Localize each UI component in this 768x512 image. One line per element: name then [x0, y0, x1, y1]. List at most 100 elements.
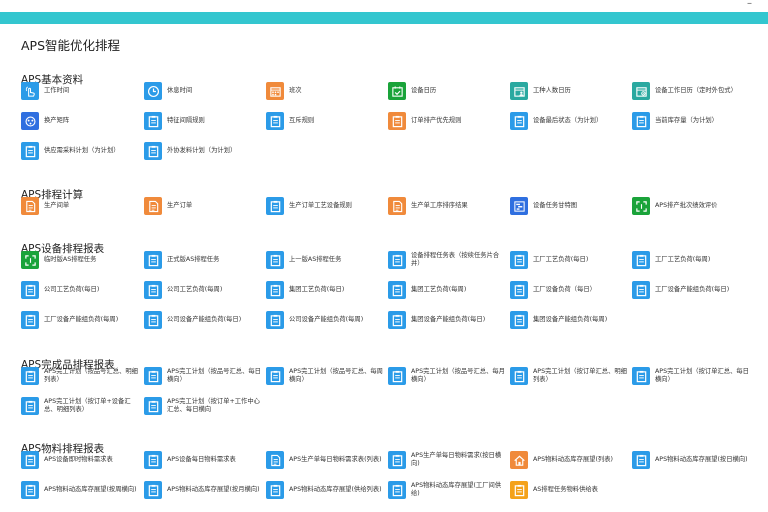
menu-item[interactable]: APS完工计划（按品号汇总、每日横向） — [144, 364, 261, 388]
menu-item[interactable]: 生产订单工艺设备规则 — [266, 194, 383, 218]
menu-item[interactable]: 集团工艺负荷(每日) — [266, 278, 383, 302]
clipboard-icon — [266, 281, 284, 299]
menu-item[interactable]: APS物料动态库存展望(按周横向) — [21, 478, 138, 502]
menu-item[interactable]: 设备日历 — [388, 79, 505, 103]
menu-item[interactable]: 生产单工序排序结果 — [388, 194, 505, 218]
menu-item[interactable]: APS物料动态库存展望(按日横向) — [632, 448, 749, 472]
menu-item[interactable]: APS物料动态库存展望(供给列表) — [266, 478, 383, 502]
menu-item-label: 设备日历 — [411, 87, 437, 94]
menu-item[interactable]: APS物料动态库存展望(列表) — [510, 448, 627, 472]
menu-item[interactable]: 公司工艺负荷(每周) — [144, 278, 261, 302]
clipboard-icon — [510, 112, 528, 130]
menu-item-label: 班次 — [289, 87, 302, 94]
menu-item[interactable]: 上一版AS排程任务 — [266, 248, 383, 272]
menu-item-label: 休息时间 — [167, 87, 193, 94]
menu-item[interactable]: 公司工艺负荷(每日) — [21, 278, 138, 302]
clipboard-icon — [144, 367, 162, 385]
menu-item[interactable]: APS完工计划（按订单汇总、每日横向） — [632, 364, 749, 388]
clock-icon — [144, 82, 162, 100]
minimize-button[interactable]: – — [747, 0, 752, 9]
menu-item-label: 公司设备产能组负荷(每周) — [289, 316, 364, 323]
menu-item[interactable]: 设备最后状态（为计划） — [510, 109, 627, 133]
menu-item[interactable]: 设备排程任务表（按续任务片合并） — [388, 248, 505, 272]
menu-item[interactable]: 班次 — [266, 79, 383, 103]
clipboard-icon — [144, 311, 162, 329]
clipboard-icon — [21, 481, 39, 499]
menu-item[interactable]: 生产间单 — [21, 194, 138, 218]
clipboard-icon — [510, 251, 528, 269]
clipboard-icon — [266, 112, 284, 130]
menu-item[interactable]: APS物料动态库存展望(按月横向) — [144, 478, 261, 502]
menu-item[interactable]: 临时版AS排程任务 — [21, 248, 138, 272]
document-icon — [144, 197, 162, 215]
menu-item[interactable]: APS完工计划（按品号汇总、每周横向） — [266, 364, 383, 388]
clipboard-icon — [266, 311, 284, 329]
menu-item[interactable]: APS生产单每日物料需求表(列表) — [266, 448, 383, 472]
menu-item-label: 互斥规则 — [289, 117, 315, 124]
menu-item-label: APS设备每日物料需求表 — [167, 456, 236, 463]
menu-item[interactable]: APS完工计划（按品号汇总、每月横向） — [388, 364, 505, 388]
menu-item-label: 生产订单工艺设备规则 — [289, 202, 352, 209]
clipboard-icon — [510, 281, 528, 299]
clipboard-icon — [266, 367, 284, 385]
menu-item[interactable]: 订单排产优先规则 — [388, 109, 505, 133]
gantt-icon — [510, 197, 528, 215]
menu-item[interactable]: APS完工计划（按品号汇总、明细列表） — [21, 364, 138, 388]
menu-item[interactable]: 集团工艺负荷(每周) — [388, 278, 505, 302]
menu-item[interactable]: 集团设备产能组负荷(每日) — [388, 308, 505, 332]
menu-item[interactable]: 公司设备产能组负荷(每日) — [144, 308, 261, 332]
menu-item[interactable]: 工厂工艺负荷(每周) — [632, 248, 749, 272]
menu-item-label: APS排产批次绩效评价 — [655, 202, 718, 209]
menu-item-label: 设备任务甘特图 — [533, 202, 578, 209]
menu-item[interactable]: APS完工计划（按订单+工作中心汇总、每日横向 — [144, 394, 261, 418]
menu-item[interactable]: APS完工计划（按订单+设备汇总、明细列表） — [21, 394, 138, 418]
menu-item[interactable]: 休息时间 — [144, 79, 261, 103]
menu-item-label: APS完工计划（按订单+工作中心汇总、每日横向 — [167, 398, 260, 413]
menu-item[interactable]: 工厂设备负荷（每日） — [510, 278, 627, 302]
menu-item-label: 订单排产优先规则 — [411, 117, 462, 124]
hand-pointer-icon — [21, 82, 39, 100]
menu-item[interactable]: 工厂设备产能组负荷(每周) — [21, 308, 138, 332]
menu-item[interactable]: 外协发料计划（为计划） — [144, 139, 261, 163]
menu-item[interactable]: 互斥规则 — [266, 109, 383, 133]
menu-item[interactable]: 设备工作日历（定时外包式） — [632, 79, 749, 103]
menu-item[interactable]: 换产矩阵 — [21, 109, 138, 133]
menu-item-label: 公司设备产能组负荷(每日) — [167, 316, 242, 323]
menu-item[interactable]: APS排产批次绩效评价 — [632, 194, 749, 218]
menu-item[interactable]: APS物料动态库存展望(工厂间供给) — [388, 478, 505, 502]
menu-item[interactable]: 正式版AS排程任务 — [144, 248, 261, 272]
menu-item-label: 供应需采料计划（为计划） — [44, 147, 120, 154]
menu-item[interactable]: 供应需采料计划（为计划） — [21, 139, 138, 163]
menu-item[interactable]: 工厂工艺负荷(每日) — [510, 248, 627, 272]
menu-item[interactable]: 工作时间 — [21, 79, 138, 103]
menu-item[interactable]: APS设备即时物料需求表 — [21, 448, 138, 472]
menu-item[interactable]: APS生产单每日物料需求(按日横向) — [388, 448, 505, 472]
frame-icon — [21, 251, 39, 269]
clipboard-icon — [144, 451, 162, 469]
menu-item-label: APS完工计划（按订单汇总、每日横向） — [655, 368, 749, 383]
menu-item-label: 设备工作日历（定时外包式） — [655, 87, 737, 94]
calendar-gear-icon — [632, 82, 650, 100]
menu-item[interactable]: 工厂设备产能组负荷(每日) — [632, 278, 749, 302]
menu-item[interactable]: 公司设备产能组负荷(每周) — [266, 308, 383, 332]
menu-item[interactable]: 工种人数日历 — [510, 79, 627, 103]
menu-item[interactable]: 设备任务甘特图 — [510, 194, 627, 218]
menu-item[interactable]: APS设备每日物料需求表 — [144, 448, 261, 472]
menu-item-label: 工作时间 — [44, 87, 70, 94]
menu-item-label: 换产矩阵 — [44, 117, 70, 124]
clipboard-icon — [632, 451, 650, 469]
menu-item-label: APS完工计划（按品号汇总、每日横向） — [167, 368, 261, 383]
menu-item[interactable]: APS完工计划（按订单汇总、明细列表） — [510, 364, 627, 388]
menu-item[interactable]: 当前库存量（为计划） — [632, 109, 749, 133]
clipboard-icon — [632, 367, 650, 385]
menu-item-label: 集团设备产能组负荷(每日) — [411, 316, 486, 323]
menu-item[interactable]: 集团设备产能组负荷(每周) — [510, 308, 627, 332]
menu-item-label: 生产单工序排序结果 — [411, 202, 468, 209]
menu-item[interactable]: 特征间隔规则 — [144, 109, 261, 133]
menu-item[interactable]: AS排程任务物料供给表 — [510, 478, 627, 502]
menu-item-label: 集团工艺负荷(每日) — [289, 286, 345, 293]
menu-item-label: APS完工计划（按订单+设备汇总、明细列表） — [44, 398, 131, 413]
clipboard-icon — [510, 481, 528, 499]
menu-item-label: 生产间单 — [44, 202, 70, 209]
menu-item[interactable]: 生产订单 — [144, 194, 261, 218]
